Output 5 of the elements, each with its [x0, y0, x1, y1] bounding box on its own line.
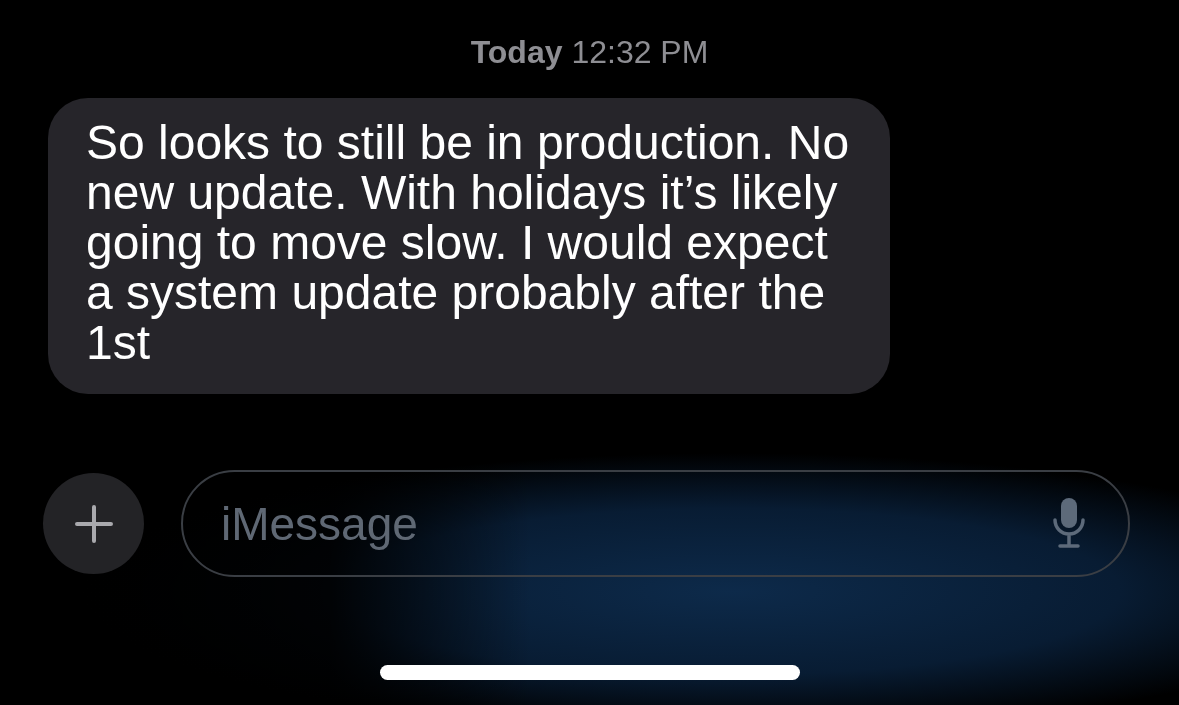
plus-icon: [73, 503, 114, 544]
message-field[interactable]: iMessage: [181, 470, 1130, 577]
message-bubble: So looks to still be in production. No new update. With holidays it’s likely going to move slow. I would expect a system update probably after the 1st: [48, 98, 890, 394]
microphone-icon: [1052, 498, 1086, 550]
message-timestamp: Today 12:32 PM: [469, 33, 710, 72]
